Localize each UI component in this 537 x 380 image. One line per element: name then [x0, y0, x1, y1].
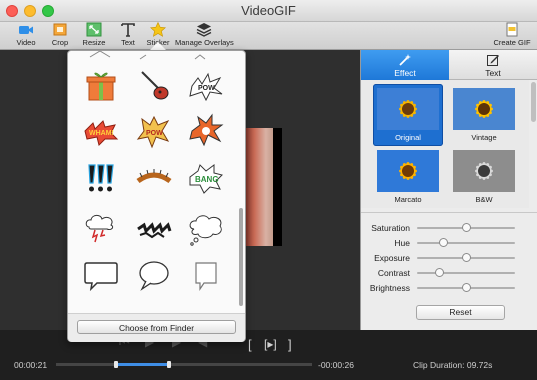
thunder-cloud-sticker[interactable] [81, 211, 121, 247]
speech-bubble-sticker[interactable] [81, 257, 121, 293]
timeline-end-handle[interactable] [167, 361, 171, 368]
effect-marcato-label: Marcato [394, 195, 422, 204]
caterpillar-sticker[interactable] [134, 161, 174, 197]
saturation-slider[interactable] [417, 223, 515, 232]
effect-original[interactable]: Original [373, 84, 443, 146]
sticker-popover: POW WHAM! POW BANG [67, 50, 246, 342]
brightness-knob[interactable] [461, 283, 471, 292]
pencil-icon [487, 55, 499, 66]
exclamation-marks-sticker[interactable] [81, 161, 121, 197]
speech-bubble-sticker[interactable] [186, 257, 226, 293]
tab-effect-label: Effect [394, 68, 416, 78]
layers-icon [196, 23, 212, 37]
video-frame-edge [273, 128, 282, 246]
tab-effect[interactable]: Effect [361, 50, 449, 80]
splat-burst-sticker[interactable] [186, 113, 226, 149]
hue-knob[interactable] [439, 238, 449, 247]
brightness-slider[interactable] [417, 283, 515, 292]
panel-tabs: Effect Text [361, 50, 537, 80]
timeline-start-handle[interactable] [114, 361, 118, 368]
effect-bw-label: B&W [475, 195, 493, 204]
adjustments-section: Saturation Hue Exposure Contrast Brightn… [361, 212, 537, 330]
reset-button[interactable]: Reset [416, 305, 505, 320]
remaining-time: -00:00:26 [318, 360, 354, 370]
tab-text-label: Text [485, 68, 501, 78]
frame-capture-icon[interactable]: [▸] [264, 337, 277, 351]
speech-bubble-sticker[interactable] [134, 257, 174, 293]
effects-grid: Original Vintage Marcato B&W [361, 80, 529, 208]
hue-slider[interactable] [417, 238, 515, 247]
dash-scribble-sticker[interactable] [134, 211, 174, 247]
text-t-icon [121, 23, 135, 37]
effect-bw[interactable]: B&W [449, 146, 519, 208]
pow-burst-sticker[interactable]: POW [134, 113, 174, 149]
timeline-track[interactable] [56, 363, 312, 366]
sunflower-thumbnail [453, 150, 515, 192]
contrast-knob[interactable] [434, 268, 444, 277]
saturation-knob[interactable] [461, 223, 471, 232]
title-bar: VideoGIF [0, 0, 537, 22]
video-camera-icon [19, 26, 33, 34]
wham-burst-sticker[interactable]: WHAM! [81, 113, 121, 149]
timeline-selection[interactable] [116, 363, 169, 366]
thought-bubble-sticker[interactable] [186, 211, 226, 247]
set-start-bracket-icon[interactable]: [ [248, 337, 252, 352]
guitar-sticker[interactable] [134, 68, 174, 104]
create-gif-label: Create GIF [493, 38, 531, 47]
video-tool-button[interactable]: Video [10, 22, 42, 50]
crop-icon [53, 23, 67, 36]
magic-wand-icon [399, 54, 411, 66]
exposure-slider[interactable] [417, 253, 515, 262]
set-end-bracket-icon[interactable]: ] [288, 337, 292, 352]
gift-box-sticker[interactable] [81, 68, 121, 104]
create-gif-button[interactable]: Create GIF [492, 22, 532, 50]
window-title: VideoGIF [241, 3, 296, 18]
crop-tool-label: Crop [51, 38, 69, 47]
gif-document-icon [506, 22, 518, 37]
hue-label: Hue [394, 238, 410, 248]
sticker-scrollbar[interactable] [239, 208, 243, 306]
bang-burst-sticker[interactable]: BANG [186, 161, 226, 197]
sunflower-thumbnail [377, 88, 439, 130]
crop-tool-button[interactable]: Crop [46, 22, 74, 50]
choose-from-finder-button[interactable]: Choose from Finder [77, 320, 236, 334]
svg-text:WHAM!: WHAM! [89, 130, 114, 137]
exposure-label: Exposure [374, 253, 410, 263]
effect-vintage-label: Vintage [471, 133, 497, 142]
svg-text:BANG: BANG [195, 175, 219, 184]
effect-marcato[interactable]: Marcato [373, 146, 443, 208]
sunflower-thumbnail [453, 88, 515, 130]
sunflower-thumbnail [377, 150, 439, 192]
effects-scrollbar[interactable] [531, 82, 536, 122]
effect-original-label: Original [395, 133, 421, 142]
star-icon [150, 22, 166, 37]
clip-duration: Clip Duration: 09.72s [413, 360, 493, 370]
pow-splat-sticker[interactable]: POW [186, 68, 226, 104]
video-tool-label: Video [16, 38, 36, 47]
resize-icon [86, 22, 102, 37]
svg-text:POW: POW [198, 85, 215, 92]
tab-text[interactable]: Text [449, 50, 537, 80]
saturation-label: Saturation [371, 223, 410, 233]
current-time: 00:00:21 [14, 360, 48, 370]
brightness-label: Brightness [369, 283, 410, 293]
contrast-slider[interactable] [417, 268, 515, 277]
effect-vintage[interactable]: Vintage [449, 84, 519, 146]
contrast-label: Contrast [377, 268, 410, 278]
exposure-knob[interactable] [461, 253, 471, 262]
svg-text:POW: POW [146, 130, 163, 137]
